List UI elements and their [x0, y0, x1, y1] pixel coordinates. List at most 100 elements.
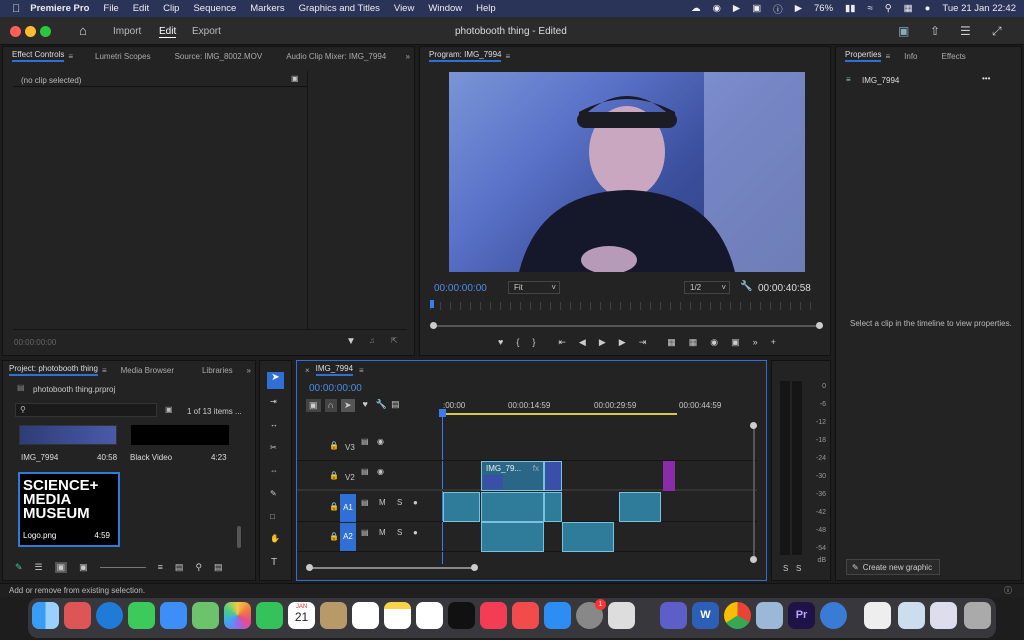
lock-icon[interactable]: 🔒 — [329, 471, 339, 480]
camera-icon[interactable]: ◉ — [710, 337, 718, 351]
effect-controls-timecode[interactable]: 00:00:00:00 — [14, 338, 56, 347]
slip-tool-icon[interactable]: ⇔ — [270, 466, 278, 475]
audio-clip[interactable] — [619, 492, 661, 522]
roblox-icon[interactable] — [608, 602, 635, 629]
more-panels-icon[interactable]: » — [406, 52, 410, 61]
trash-icon[interactable] — [964, 602, 991, 629]
quick-export-icon[interactable]: ▣ — [898, 24, 909, 38]
zoom-handle-right[interactable] — [816, 322, 823, 329]
play-button[interactable]: ▶ — [599, 337, 606, 351]
time-ruler[interactable]: :00:00 00:00:14:59 00:00:29:59 00:00:44:… — [443, 399, 753, 417]
mail-icon[interactable] — [160, 602, 187, 629]
type-tool-icon[interactable]: T — [271, 557, 277, 568]
video-clip[interactable]: IMG_79... fx — [481, 461, 544, 491]
new-bin-icon[interactable]: ▤ — [214, 562, 223, 573]
audio-filter-icon[interactable]: ♫ — [369, 336, 375, 345]
clock[interactable]: Tue 21 Jan 22:42 — [942, 3, 1016, 14]
icon-view-icon[interactable]: ▣ — [54, 561, 68, 573]
nest-icon[interactable]: ▣ — [306, 399, 321, 412]
show-hide-timeline-icon[interactable]: ▣ — [291, 74, 299, 83]
tab-export[interactable]: Export — [192, 26, 221, 37]
scroll-handle-left[interactable] — [306, 564, 313, 571]
apple-icon[interactable]:  — [12, 3, 20, 15]
recent-window-2[interactable] — [898, 602, 925, 629]
sync-lock-icon[interactable]: ▤ — [361, 498, 369, 507]
fit-dropdown[interactable]: Fit ˅ — [508, 281, 560, 294]
tab-program[interactable]: Program: IMG_7994 — [429, 50, 502, 62]
panel-menu-icon[interactable]: ≡ — [102, 366, 107, 375]
reminders-icon[interactable] — [352, 602, 379, 629]
control-center-icon[interactable]: ▦ — [904, 3, 913, 14]
solo-button[interactable]: S — [397, 498, 402, 507]
tab-edit[interactable]: Edit — [159, 26, 177, 38]
go-to-out-icon[interactable]: ⇥ — [639, 337, 647, 351]
wifi-icon[interactable]: ≈ — [867, 3, 872, 14]
menu-file[interactable]: File — [103, 3, 118, 14]
play-icon[interactable]: ▶ — [733, 3, 740, 14]
ripple-edit-tool-icon[interactable]: ↔ — [270, 420, 278, 429]
resolution-dropdown[interactable]: 1/2 ˅ — [684, 281, 730, 294]
menu-window[interactable]: Window — [428, 3, 462, 14]
playhead-timecode[interactable]: 00:00:00:00 — [434, 283, 487, 294]
panel-menu-icon[interactable]: ≡ — [505, 52, 510, 61]
timeline-timecode[interactable]: 00:00:00:00 — [309, 383, 362, 394]
add-marker-icon[interactable]: ♥ — [498, 337, 503, 351]
more-panels-icon[interactable]: » — [247, 366, 251, 375]
search-icon[interactable]: ⚲ — [885, 3, 892, 14]
more-options-icon[interactable]: ••• — [982, 74, 990, 83]
recent-window-1[interactable] — [864, 602, 891, 629]
timeline-vertical-scroll[interactable] — [753, 425, 755, 561]
news-icon[interactable] — [512, 602, 539, 629]
system-settings-icon[interactable]: 1 — [576, 599, 606, 629]
work-area-bar[interactable] — [443, 413, 677, 415]
graphic-clip[interactable] — [663, 461, 675, 491]
extract-icon[interactable]: ▦ — [689, 337, 698, 351]
contacts-icon[interactable] — [320, 602, 347, 629]
hand-tool-icon[interactable]: ✋ — [270, 534, 280, 543]
wrench-icon[interactable]: 🔧 — [740, 281, 752, 292]
zoom-slider[interactable] — [99, 566, 146, 568]
calendar-icon[interactable]: JAN 21 — [288, 602, 315, 629]
scroll-handle-right[interactable] — [471, 564, 478, 571]
vscroll-handle-bottom[interactable] — [750, 556, 757, 563]
freeform-view-icon[interactable]: ▣ — [79, 562, 88, 573]
solo-right-button[interactable]: S — [796, 564, 801, 573]
audio-clip[interactable] — [562, 522, 614, 552]
tab-import[interactable]: Import — [113, 26, 141, 37]
sync-lock-icon[interactable]: ▤ — [361, 467, 369, 476]
solo-left-button[interactable]: S — [783, 564, 788, 573]
panel-menu-icon[interactable]: ≡ — [68, 52, 73, 61]
teams-icon[interactable] — [660, 602, 687, 629]
word-icon[interactable]: W — [692, 602, 719, 629]
go-to-in-icon[interactable]: ⇤ — [558, 337, 566, 351]
tab-effect-controls[interactable]: Effect Controls — [12, 50, 65, 62]
create-new-graphic-button[interactable]: ✎ Create new graphic — [846, 559, 940, 575]
preview-icon[interactable] — [756, 602, 783, 629]
close-window-button[interactable] — [10, 26, 21, 37]
captions-icon[interactable]: ▤ — [391, 399, 400, 412]
mark-out-icon[interactable]: } — [532, 337, 535, 351]
mini-playhead[interactable] — [430, 300, 434, 308]
sync-lock-icon[interactable]: ▤ — [361, 528, 369, 537]
mute-button[interactable]: M — [379, 498, 386, 507]
premiere-pro-icon[interactable]: Pr — [788, 602, 815, 629]
pencil-icon[interactable]: ✎ — [15, 562, 23, 573]
music-icon[interactable] — [480, 602, 507, 629]
find-icon[interactable]: ▣ — [165, 405, 173, 414]
video-clip[interactable] — [544, 461, 562, 491]
tab-libraries[interactable]: Libraries — [202, 366, 233, 375]
cloud-icon[interactable]: ☁ — [691, 3, 701, 14]
menu-help[interactable]: Help — [476, 3, 496, 14]
panel-menu-icon[interactable]: ≡ — [359, 366, 364, 375]
tab-info[interactable]: Info — [904, 52, 917, 61]
window-icon[interactable]: ▣ — [752, 3, 761, 14]
mark-in-icon[interactable]: { — [516, 337, 519, 351]
tab-properties[interactable]: Properties — [845, 50, 882, 62]
photos-icon[interactable] — [224, 602, 251, 629]
notes-icon[interactable] — [384, 602, 411, 629]
razor-tool-icon[interactable]: ✂ — [270, 443, 277, 452]
track-select-tool-icon[interactable]: ⇥ — [270, 397, 277, 406]
zoom-window-button[interactable] — [40, 26, 51, 37]
battery-percent[interactable]: 76% — [814, 3, 833, 14]
info-icon[interactable]: ⓘ — [773, 2, 783, 16]
